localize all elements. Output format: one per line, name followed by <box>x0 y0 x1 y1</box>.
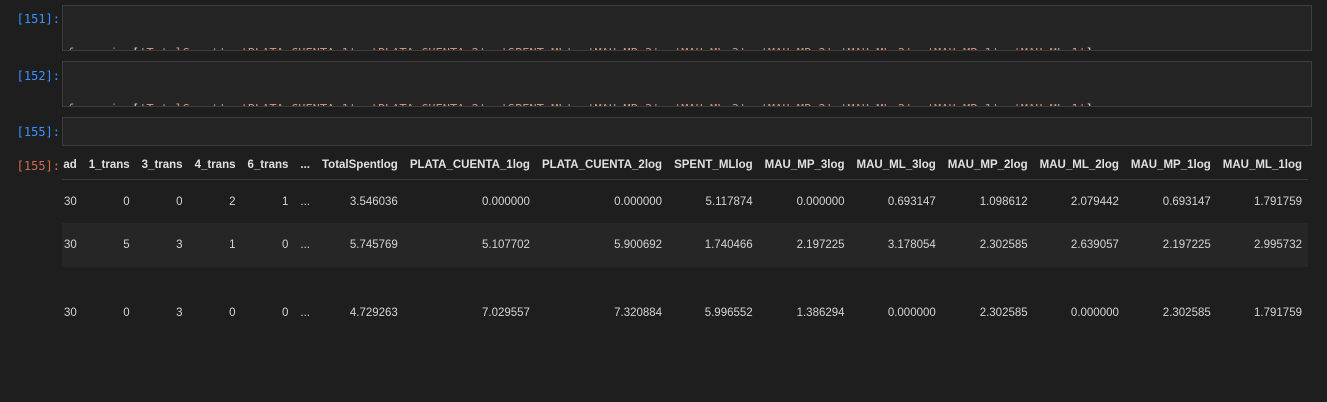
table-cell: 1 <box>282 195 289 208</box>
table-cell: 4.729263 <box>349 307 398 319</box>
column-header: TotalSpentlog <box>316 151 404 180</box>
code-line: for x in ['TotalSpent', 'PLATA_CUENTA_1'… <box>67 45 1307 50</box>
table-cell: 2.995732 <box>1216 223 1308 267</box>
table-cell: 0.000000 <box>614 195 663 208</box>
column-header: MAU_ML_1log <box>1216 151 1308 180</box>
column-header: SPENT_MLlog <box>668 151 759 180</box>
table-cell: 2.639057 <box>1033 223 1125 267</box>
code-line: for x in ['TotalSpent', 'PLATA_CUENTA_1'… <box>67 101 1307 106</box>
column-header: MAU_MP_2log <box>941 151 1034 180</box>
column-header: PLATA_CUENTA_1log <box>403 151 536 180</box>
table-cell: 7.029557 <box>481 307 530 319</box>
table-cell: 30 <box>62 223 83 267</box>
table-cell: 2.302585 <box>1162 307 1211 319</box>
column-header: 3_trans <box>135 151 189 180</box>
column-header: 1_trans <box>82 151 136 180</box>
table-cell: 5.745769 <box>316 223 404 267</box>
cell-prompt-152: [152]: <box>16 69 60 83</box>
table-cell: 0.693147 <box>887 195 936 208</box>
dataframe-table: ad 1_trans 3_trans 4_trans 6_trans... TotalSp… <box>62 151 1308 331</box>
table-header-row: ad 1_trans 3_trans 4_trans 6_trans... TotalSp… <box>62 151 1308 180</box>
table-cell: 3.546036 <box>349 195 398 208</box>
table-cell: 2 <box>229 195 236 208</box>
table-row: 30 0 0 2 1... 3.546036 0.000000 0.000000 5.11787… <box>62 180 1308 224</box>
column-header: 6_trans <box>241 151 295 180</box>
column-header: PLATA_CUENTA_2log <box>535 151 669 180</box>
table-cell: 5.996552 <box>704 307 753 319</box>
table-cell: 1.098612 <box>979 195 1028 208</box>
table-cell: 1.740466 <box>668 223 759 267</box>
table-cell: 5.900692 <box>535 223 669 267</box>
code-cell-152[interactable]: for x in ['TotalSpent', 'PLATA_CUENTA_1'… <box>62 61 1312 107</box>
column-header: MAU_ML_2log <box>1033 151 1125 180</box>
table-cell: 2.197225 <box>758 223 851 267</box>
output-prompt-155: [155]: <box>16 159 60 173</box>
dataframe-output[interactable]: ad 1_trans 3_trans 4_trans 6_trans... TotalSp… <box>62 151 1312 331</box>
table-cell: 0.000000 <box>887 307 936 319</box>
table-cell: 3.178054 <box>850 223 942 267</box>
table-cell: ... <box>300 195 311 208</box>
table-cell: 1.791759 <box>1254 307 1302 319</box>
table-cell: 5 <box>82 223 136 267</box>
table-cell: 30 <box>63 195 77 208</box>
table-cell: 7.320884 <box>614 307 663 319</box>
table-cell: 0.693147 <box>1162 195 1211 208</box>
column-header: 4_trans <box>188 151 242 180</box>
table-cell: 2.302585 <box>941 223 1034 267</box>
cell-prompt-155: [155]: <box>16 125 60 139</box>
column-header: MAU_ML_3log <box>850 151 942 180</box>
table-row: 30 5 3 1 0... 5.745769 5.107702 5.900692 1.74046… <box>62 223 1308 267</box>
code-cell-155[interactable]: Final_Data.head(3) <box>62 117 1312 146</box>
column-header: MAU_MP_3log <box>758 151 851 180</box>
column-header: MAU_MP_1log <box>1124 151 1217 180</box>
code-cell-151[interactable]: for x in ['TotalSpent', 'PLATA_CUENTA_1'… <box>62 5 1312 51</box>
table-cell: 3 <box>176 307 183 319</box>
table-cell: 0.000000 <box>1070 307 1119 319</box>
table-cell: 30 <box>63 307 77 319</box>
table-cell: 5.107702 <box>403 223 536 267</box>
table-cell: 1.791759 <box>1254 195 1302 208</box>
table-cell: 0 <box>123 195 130 208</box>
table-cell: 0 <box>241 223 295 267</box>
cell-prompt-151: [151]: <box>16 12 60 26</box>
table-cell: 5.117874 <box>705 195 753 208</box>
table-cell: 1.386294 <box>796 307 845 319</box>
table-cell: 0 <box>123 307 130 319</box>
column-header: ... <box>294 151 317 180</box>
table-cell: 0 <box>176 195 183 208</box>
table-row: 30 0 3 0 0... 4.729263 7.029557 7.320884 5.99655… <box>62 267 1308 331</box>
table-cell: 0.000000 <box>796 195 845 208</box>
table-cell: 2.079442 <box>1070 195 1119 208</box>
table-cell: 1 <box>188 223 242 267</box>
table-cell: 0 <box>282 307 289 319</box>
table-cell: 2.197225 <box>1124 223 1217 267</box>
table-cell: 3 <box>135 223 189 267</box>
column-header: ad <box>62 151 83 180</box>
table-cell: ... <box>300 307 311 319</box>
table-cell: 2.302585 <box>979 307 1028 319</box>
table-cell: 0.000000 <box>481 195 530 208</box>
table-cell: 0 <box>229 307 236 319</box>
table-cell: ... <box>294 223 317 267</box>
